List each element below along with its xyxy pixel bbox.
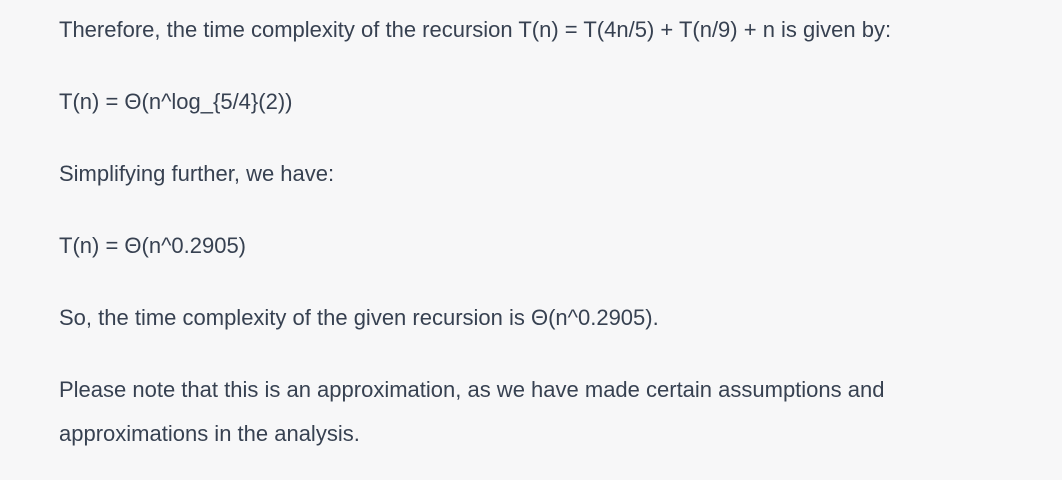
note-paragraph: Please note that this is an approximatio… [59,377,885,446]
formula-log-expression: T(n) = Θ(n^log_{5/4}(2)) [59,89,293,114]
conclusion-paragraph: Therefore, the time complexity of the re… [59,17,892,42]
summary-paragraph: So, the time complexity of the given rec… [59,305,659,330]
formula-simplified: T(n) = Θ(n^0.2905) [59,233,247,258]
simplifying-paragraph: Simplifying further, we have: [59,161,335,186]
